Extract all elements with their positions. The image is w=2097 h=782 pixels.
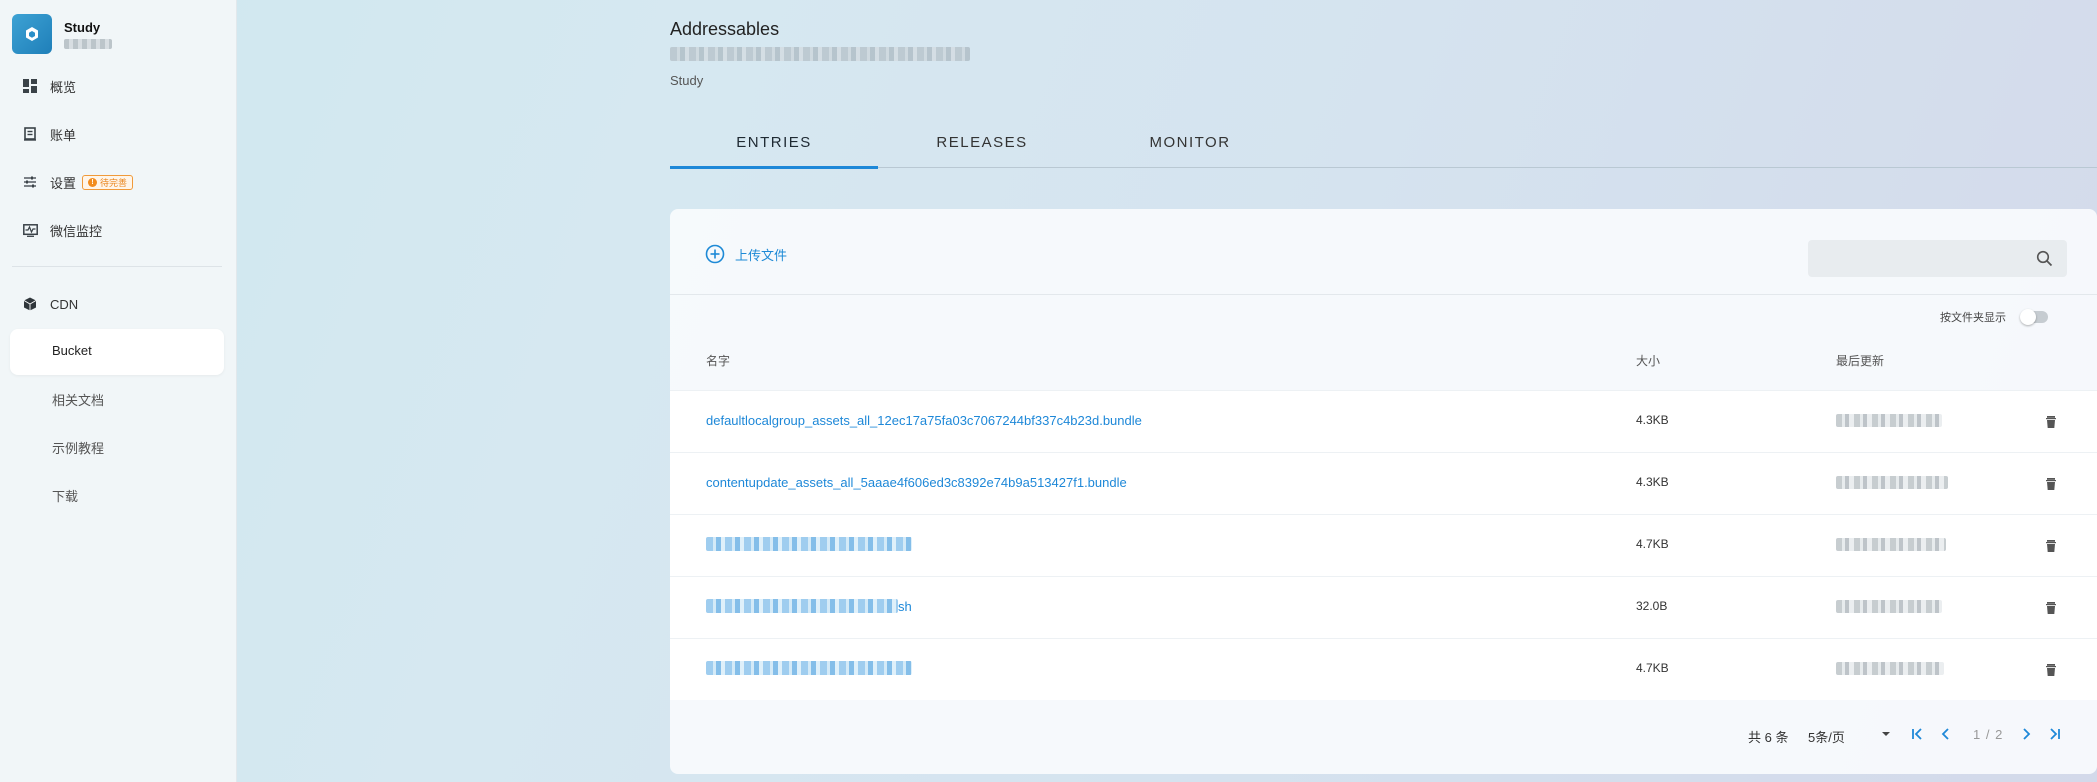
file-name-link[interactable]: defaultlocalgroup_assets_all_12ec17a75fa… [706,413,1142,428]
last-updated-redacted [1836,662,1944,675]
upload-label: 上传文件 [735,247,788,263]
nav-label: 概览 [50,79,77,95]
delete-icon[interactable] [2044,414,2058,430]
app-logo-icon [12,14,52,54]
table-row[interactable]: 4.7KB [670,514,2097,576]
badge-label: 待完善 [100,177,128,188]
sidebar-item-download[interactable]: 下载 [52,486,78,506]
column-header-size[interactable]: 大小 [1636,352,1660,369]
file-name-suffix[interactable]: sh [898,599,912,614]
page-title: Addressables [670,19,780,39]
total-count: 共 6 条 [1748,730,1789,745]
chevron-down-icon[interactable] [1878,726,1894,742]
file-size: 4.3KB [1636,475,1669,489]
entries-card: 上传文件 按文件夹显示 名字 大小 最后更新 defaultlocalgroup… [670,209,2097,774]
page-size-select[interactable]: 5条/页 [1808,727,1845,746]
delete-icon[interactable] [2044,600,2058,616]
search-icon[interactable] [2036,250,2053,267]
upload-file-button[interactable]: 上传文件 [705,244,787,264]
nav-label: 设置 [50,175,77,191]
file-name-link[interactable]: contentupdate_assets_all_5aaae4f606ed3c8… [706,475,1127,490]
next-page-icon[interactable] [2018,726,2034,742]
nav-item-billing[interactable]: 账单 [22,124,76,144]
column-header-updated[interactable]: 最后更新 [1836,352,1884,369]
cube-icon [22,296,38,312]
nav-label: CDN [50,296,79,312]
file-size: 32.0B [1636,599,1668,613]
folder-toggle-label: 按文件夹显示 [1940,312,2006,324]
brand[interactable]: Study [12,14,112,54]
nav-item-cdn[interactable]: CDN [22,294,78,314]
monitor-icon [22,222,38,238]
dashboard-icon [22,78,38,94]
sidebar-item-tutorials[interactable]: 示例教程 [52,438,104,458]
prev-page-icon[interactable] [1938,726,1954,742]
project-name: Study [64,19,101,35]
delete-icon[interactable] [2044,662,2058,678]
bill-icon [22,126,38,142]
warning-icon: ! [88,177,98,187]
nav-label: 账单 [50,127,77,143]
sidebar-divider [12,266,222,267]
nav-item-overview[interactable]: 概览 [22,76,76,96]
toggle-switch[interactable] [2020,309,2048,325]
nav-item-wechat-monitor[interactable]: 微信监控 [22,220,102,240]
delete-icon[interactable] [2044,476,2058,492]
file-name-link-redacted[interactable] [706,599,898,613]
tab-monitor[interactable]: MONITOR [1086,128,1294,168]
table-row[interactable]: contentupdate_assets_all_5aaae4f606ed3c8… [670,452,2097,514]
settings-sliders-icon [22,174,38,190]
first-page-icon[interactable] [1910,726,1926,742]
status-badge: ! 待完善 [82,174,134,190]
project-subtitle-redacted [64,38,112,49]
toolbar-divider [670,294,2097,295]
table-row[interactable]: 4.7KB [670,638,2097,700]
search-input[interactable] [1808,240,2067,277]
nav-item-settings[interactable]: 设置 ! 待完善 [22,172,134,192]
add-circle-icon [705,244,725,264]
last-updated-redacted [1836,600,1942,613]
page-indicator: 1 / 2 [1973,727,2004,742]
sidebar-item-bucket[interactable]: Bucket [10,329,224,375]
file-size: 4.3KB [1636,413,1669,427]
delete-icon[interactable] [2044,538,2058,554]
breadcrumb[interactable]: Study [670,73,703,88]
last-updated-redacted [1836,476,1948,489]
file-size: 4.7KB [1636,537,1669,551]
last-updated-redacted [1836,414,1942,427]
table-row[interactable]: sh 32.0B [670,576,2097,638]
last-updated-redacted [1836,538,1946,551]
folder-view-toggle[interactable]: 按文件夹显示 [1940,309,2048,325]
nav-label: 微信监控 [50,223,103,239]
file-name-link-redacted[interactable] [706,661,912,675]
sidebar: Study 概览 账单 设置 ! 待完善 微信监控 CDN Bucket 相关文… [0,0,237,782]
column-header-name[interactable]: 名字 [706,352,730,369]
bucket-id-redacted [670,47,970,61]
file-name-link-redacted[interactable] [706,537,912,551]
sidebar-item-label: Bucket [52,343,92,358]
sidebar-item-docs[interactable]: 相关文档 [52,390,104,410]
file-size: 4.7KB [1636,661,1669,675]
tab-entries[interactable]: ENTRIES [670,128,878,169]
last-page-icon[interactable] [2046,726,2062,742]
tab-bar: ENTRIES RELEASES MONITOR [670,128,2097,169]
table-row[interactable]: defaultlocalgroup_assets_all_12ec17a75fa… [670,390,2097,452]
tab-releases[interactable]: RELEASES [878,128,1086,168]
